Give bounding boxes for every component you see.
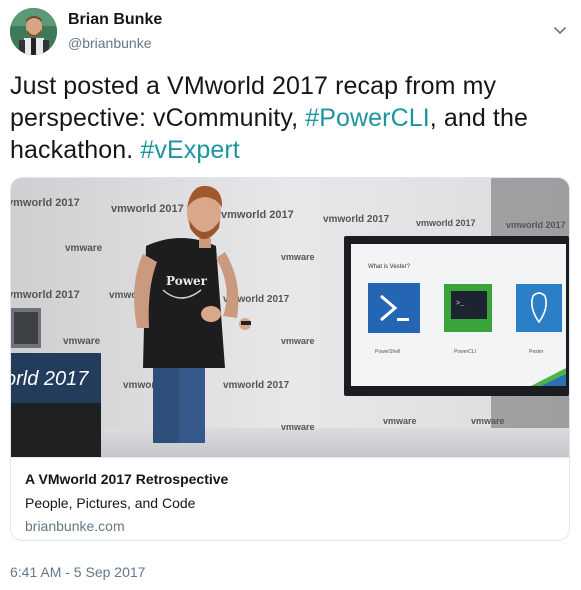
hashtag-vexpert[interactable]: #vExpert (140, 136, 239, 164)
screen-tile-label: PowerCLI (454, 349, 476, 355)
backdrop-logo: vmworld 2017 (506, 220, 566, 230)
presentation-screen: What is Vester? >_ PowerShell PowerCLI P… (344, 236, 569, 396)
backdrop-logo: vmworld 2017 (11, 289, 80, 301)
hashtag-powercli[interactable]: #PowerCLI (305, 104, 430, 132)
backdrop-logo: vmworld 2017 (223, 380, 290, 391)
backdrop-logo: vmware (383, 416, 417, 426)
backdrop-logo: vmworld 2017 (111, 203, 184, 215)
backdrop-logo: vmware (281, 252, 315, 262)
card-title[interactable]: A VMworld 2017 Retrospective (25, 471, 228, 487)
backdrop-logo: vmware (65, 243, 103, 254)
user-handle[interactable]: @brianbunke (68, 35, 152, 51)
user-name[interactable]: Brian Bunke (68, 11, 162, 29)
backdrop-logo: vmware (281, 422, 315, 432)
backdrop-logo: vmware (63, 336, 101, 347)
link-card[interactable]: vmworld 2017 vmworld 2017 vmworld 2017 v… (10, 177, 570, 541)
backdrop-logo: vmworld 2017 (416, 218, 476, 228)
tweet-text: Just posted a VMworld 2017 recap from my… (10, 70, 570, 166)
card-info[interactable]: A VMworld 2017 Retrospective People, Pic… (11, 457, 569, 540)
backdrop-logo: vmworld 2017 (11, 197, 80, 209)
avatar[interactable] (10, 8, 57, 55)
shirt-print: Power (166, 274, 208, 288)
card-domain[interactable]: brianbunke.com (25, 518, 125, 534)
card-description: People, Pictures, and Code (25, 495, 196, 511)
backdrop-logo: vmworld 2017 (323, 214, 390, 225)
backdrop-logo: vmworld 2017 (221, 209, 294, 221)
backdrop-logo: vmware (281, 336, 315, 346)
backdrop-logo: vmware (471, 416, 505, 426)
screen-tile-label: Pester (529, 349, 544, 355)
screen-heading: What is Vester? (368, 264, 411, 270)
chevron-down-icon[interactable] (553, 26, 567, 36)
podium-logo: orld 2017 (11, 368, 89, 390)
tweet-timestamp[interactable]: 6:41 AM - 5 Sep 2017 (10, 564, 145, 580)
card-photo: vmworld 2017 vmworld 2017 vmworld 2017 v… (11, 178, 569, 457)
screen-tile-label: PowerShell (375, 349, 400, 355)
svg-text:>_: >_ (456, 300, 465, 308)
